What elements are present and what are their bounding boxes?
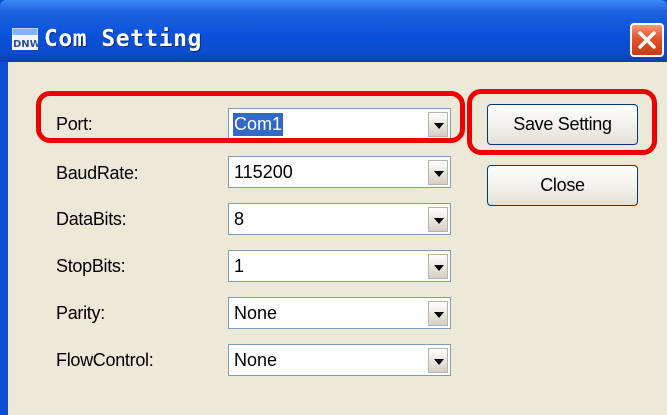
parity-label: Parity: — [56, 303, 105, 323]
parity-dropdown-button[interactable] — [428, 301, 448, 326]
databits-value: 8 — [234, 209, 245, 229]
chevron-down-icon — [434, 218, 444, 224]
flowcontrol-combobox[interactable]: None — [228, 344, 451, 376]
stopbits-dropdown-button[interactable] — [428, 254, 448, 279]
chevron-down-icon — [434, 312, 444, 318]
chevron-down-icon — [434, 359, 444, 365]
baudrate-value: 115200 — [234, 162, 293, 182]
baudrate-label: BaudRate: — [56, 163, 139, 183]
com-setting-window: DNW Com Setting Port: Com1 BaudRate: 115… — [0, 0, 667, 415]
chevron-down-icon — [434, 265, 444, 271]
parity-combobox[interactable]: None — [228, 297, 451, 329]
save-button-highlight — [467, 89, 657, 155]
baudrate-dropdown-button[interactable] — [428, 160, 448, 185]
dialog-client-area: Port: Com1 BaudRate: 115200 DataBits: 8 … — [8, 62, 667, 415]
dnw-app-icon: DNW — [12, 28, 38, 50]
databits-combobox[interactable]: 8 — [228, 203, 451, 235]
databits-label: DataBits: — [56, 209, 127, 229]
close-x-glyph — [638, 31, 656, 49]
title-bar[interactable]: DNW Com Setting — [0, 0, 667, 62]
window-title: Com Setting — [44, 26, 202, 52]
parity-value: None — [234, 303, 278, 323]
svg-text:DNW: DNW — [13, 39, 38, 50]
chevron-down-icon — [434, 171, 444, 177]
stopbits-label: StopBits: — [56, 256, 126, 276]
baudrate-combobox[interactable]: 115200 — [228, 156, 451, 188]
databits-dropdown-button[interactable] — [428, 207, 448, 232]
port-row-highlight — [36, 91, 465, 143]
close-x-icon[interactable] — [630, 23, 664, 57]
close-button[interactable]: Close — [487, 165, 638, 206]
flowcontrol-value: None — [234, 350, 278, 370]
stopbits-value: 1 — [234, 256, 245, 276]
stopbits-combobox[interactable]: 1 — [228, 250, 451, 282]
flowcontrol-dropdown-button[interactable] — [428, 348, 448, 373]
flowcontrol-label: FlowControl: — [56, 350, 154, 370]
